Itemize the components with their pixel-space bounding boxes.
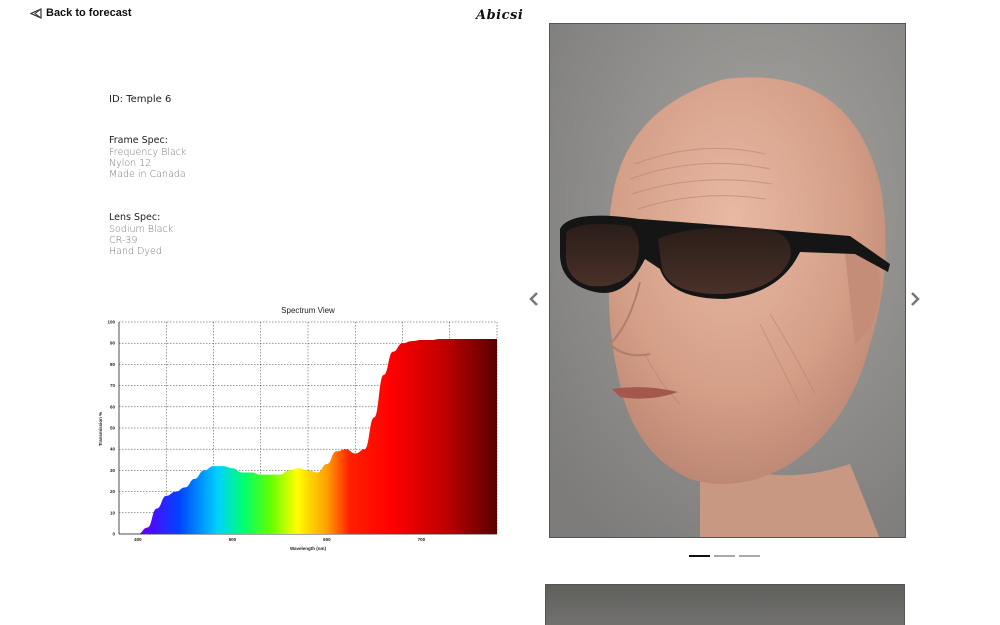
spectrum-chart-svg: Spectrum View 0 10 20 30 40 50 60 70 80 90 100 400…: [98, 306, 498, 551]
frame-spec-line: Nylon 12: [109, 158, 152, 169]
frame-spec-section: Frame Spec: Frequency Black Nylon 12 Mad…: [109, 135, 187, 180]
back-to-forecast-link[interactable]: Back to forecast: [30, 7, 132, 19]
lens-spec-heading: Lens Spec:: [109, 212, 161, 223]
product-id: ID: Temple 6: [109, 94, 172, 105]
y-tick-label: 60: [110, 404, 116, 409]
chevron-left-icon: [529, 292, 538, 306]
y-tick-label: 70: [110, 383, 116, 388]
product-photo[interactable]: [549, 23, 906, 538]
back-arrow-icon: [30, 7, 42, 19]
y-tick-label: 10: [110, 510, 116, 515]
gallery-dot[interactable]: [714, 555, 735, 557]
x-tick-label: 700: [418, 537, 426, 542]
brand-logo[interactable]: Abicsi: [476, 8, 523, 23]
y-axis-label: Transmission %: [98, 412, 103, 446]
lens-spec-line: Sodium Black: [109, 224, 174, 235]
x-axis-label: Wavelength (nm): [290, 546, 327, 551]
x-tick-label: 600: [323, 537, 331, 542]
spectrum-chart: Spectrum View 0 10 20 30 40 50 60 70 80 90 100 400…: [95, 302, 505, 554]
gallery-pagination: [689, 555, 760, 557]
y-tick-label: 30: [110, 468, 116, 473]
secondary-product-photo[interactable]: [545, 584, 905, 625]
frame-spec-line: Frequency Black: [109, 147, 187, 158]
frame-spec-heading: Frame Spec:: [109, 135, 168, 146]
y-tick-label: 90: [110, 341, 116, 346]
y-tick-label: 80: [110, 362, 116, 367]
chart-title: Spectrum View: [281, 306, 335, 315]
x-tick-labels: 400 500 600 700: [134, 537, 426, 542]
lens-spec-section: Lens Spec: Sodium Black CR-39 Hand Dyed: [109, 212, 173, 257]
y-tick-label: 40: [110, 447, 116, 452]
y-tick-label: 0: [112, 532, 115, 537]
model-portrait-image: [550, 24, 905, 537]
gallery-prev-button[interactable]: [528, 291, 540, 307]
y-tick-label: 50: [110, 426, 116, 431]
lens-spec-line: CR-39: [109, 235, 138, 246]
lens-spec-line: Hand Dyed: [109, 246, 162, 257]
x-tick-label: 500: [229, 537, 237, 542]
y-tick-label: 20: [110, 489, 116, 494]
gallery-next-button[interactable]: [909, 291, 921, 307]
gallery-dot[interactable]: [689, 555, 710, 557]
chevron-right-icon: [911, 292, 920, 306]
y-tick-label: 100: [107, 320, 115, 325]
frame-spec-line: Made in Canada: [109, 169, 186, 180]
gallery-dot[interactable]: [739, 555, 760, 557]
y-tick-labels: 0 10 20 30 40 50 60 70 80 90 100: [107, 320, 115, 537]
x-tick-label: 400: [134, 537, 142, 542]
back-link-label: Back to forecast: [46, 7, 132, 19]
